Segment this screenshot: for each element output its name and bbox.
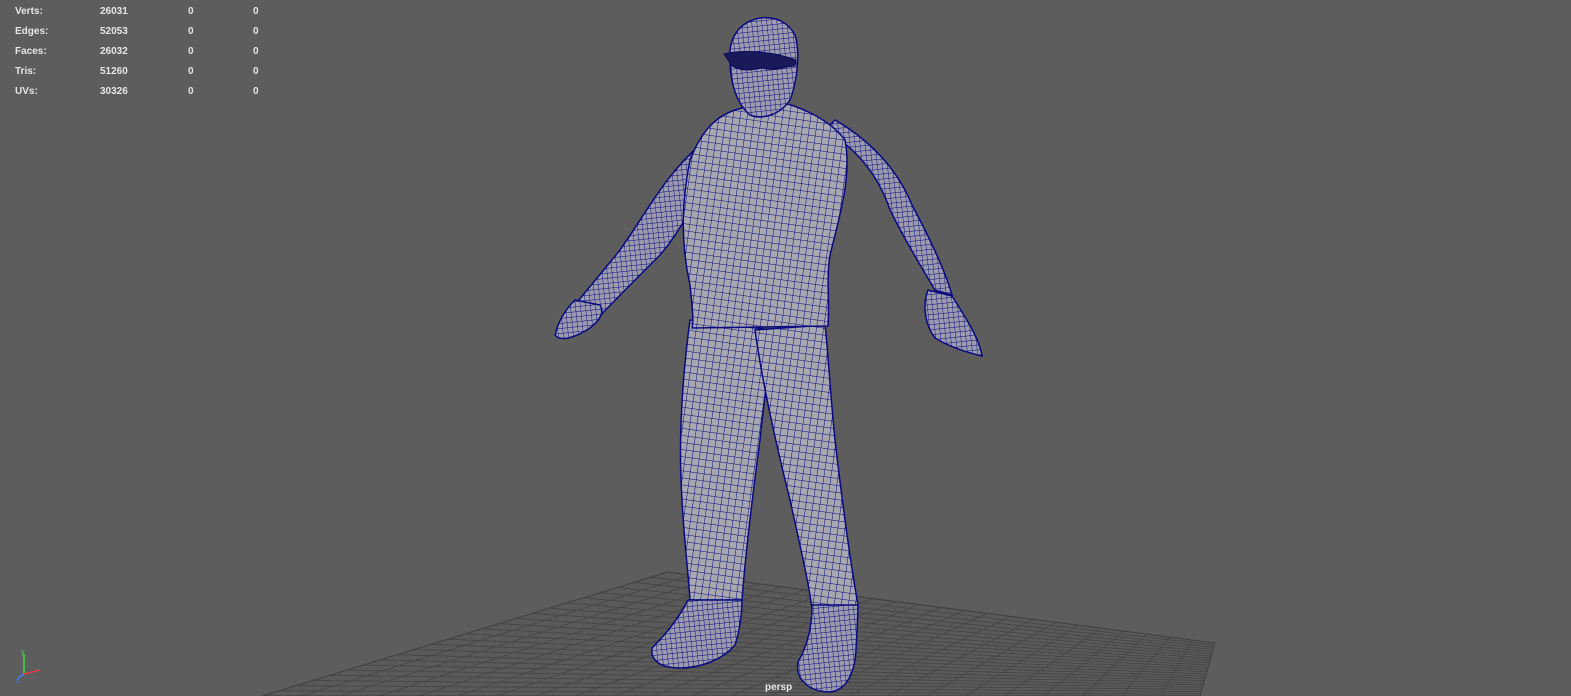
hud-component: 0 bbox=[253, 46, 259, 57]
hud-row-uvs: UVs: 30326 0 0 bbox=[15, 82, 275, 102]
svg-text:z: z bbox=[16, 678, 20, 684]
hud-total: 30326 bbox=[100, 86, 128, 97]
hud-selected: 0 bbox=[188, 26, 194, 37]
camera-label: persp bbox=[765, 682, 793, 693]
hud-selected: 0 bbox=[188, 6, 194, 17]
scene-canvas[interactable] bbox=[0, 0, 1571, 696]
3d-viewport[interactable]: Verts: 26031 0 0 Edges: 52053 0 0 Faces:… bbox=[0, 0, 1571, 696]
hud-total: 26031 bbox=[100, 6, 128, 17]
hud-label: Verts: bbox=[15, 6, 43, 17]
mesh-left-hand bbox=[554, 299, 603, 340]
hud-total: 51260 bbox=[100, 66, 128, 77]
axis-gizmo-icon: y z bbox=[16, 649, 41, 684]
hud-total: 52053 bbox=[100, 26, 128, 37]
mesh-torso bbox=[682, 99, 848, 329]
hud-component: 0 bbox=[253, 26, 259, 37]
hud-selected: 0 bbox=[188, 86, 194, 97]
hud-row-edges: Edges: 52053 0 0 bbox=[15, 22, 275, 42]
hud-label: Edges: bbox=[15, 26, 49, 37]
hud-component: 0 bbox=[253, 86, 259, 97]
hud-row-tris: Tris: 51260 0 0 bbox=[15, 62, 275, 82]
hud-selected: 0 bbox=[188, 66, 194, 77]
hud-selected: 0 bbox=[188, 46, 194, 57]
hud-label: Faces: bbox=[15, 46, 47, 57]
mesh-left-leg bbox=[679, 319, 773, 601]
mesh-right-leg bbox=[754, 324, 859, 609]
poly-count-hud: Verts: 26031 0 0 Edges: 52053 0 0 Faces:… bbox=[15, 2, 275, 102]
svg-text:y: y bbox=[21, 649, 25, 656]
hud-component: 0 bbox=[253, 6, 259, 17]
hud-label: UVs: bbox=[15, 86, 38, 97]
hud-label: Tris: bbox=[15, 66, 37, 77]
hud-total: 26032 bbox=[100, 46, 128, 57]
hud-component: 0 bbox=[253, 66, 259, 77]
hud-row-faces: Faces: 26032 0 0 bbox=[15, 42, 275, 62]
mesh-right-hand bbox=[924, 289, 983, 357]
hud-row-verts: Verts: 26031 0 0 bbox=[15, 2, 275, 22]
